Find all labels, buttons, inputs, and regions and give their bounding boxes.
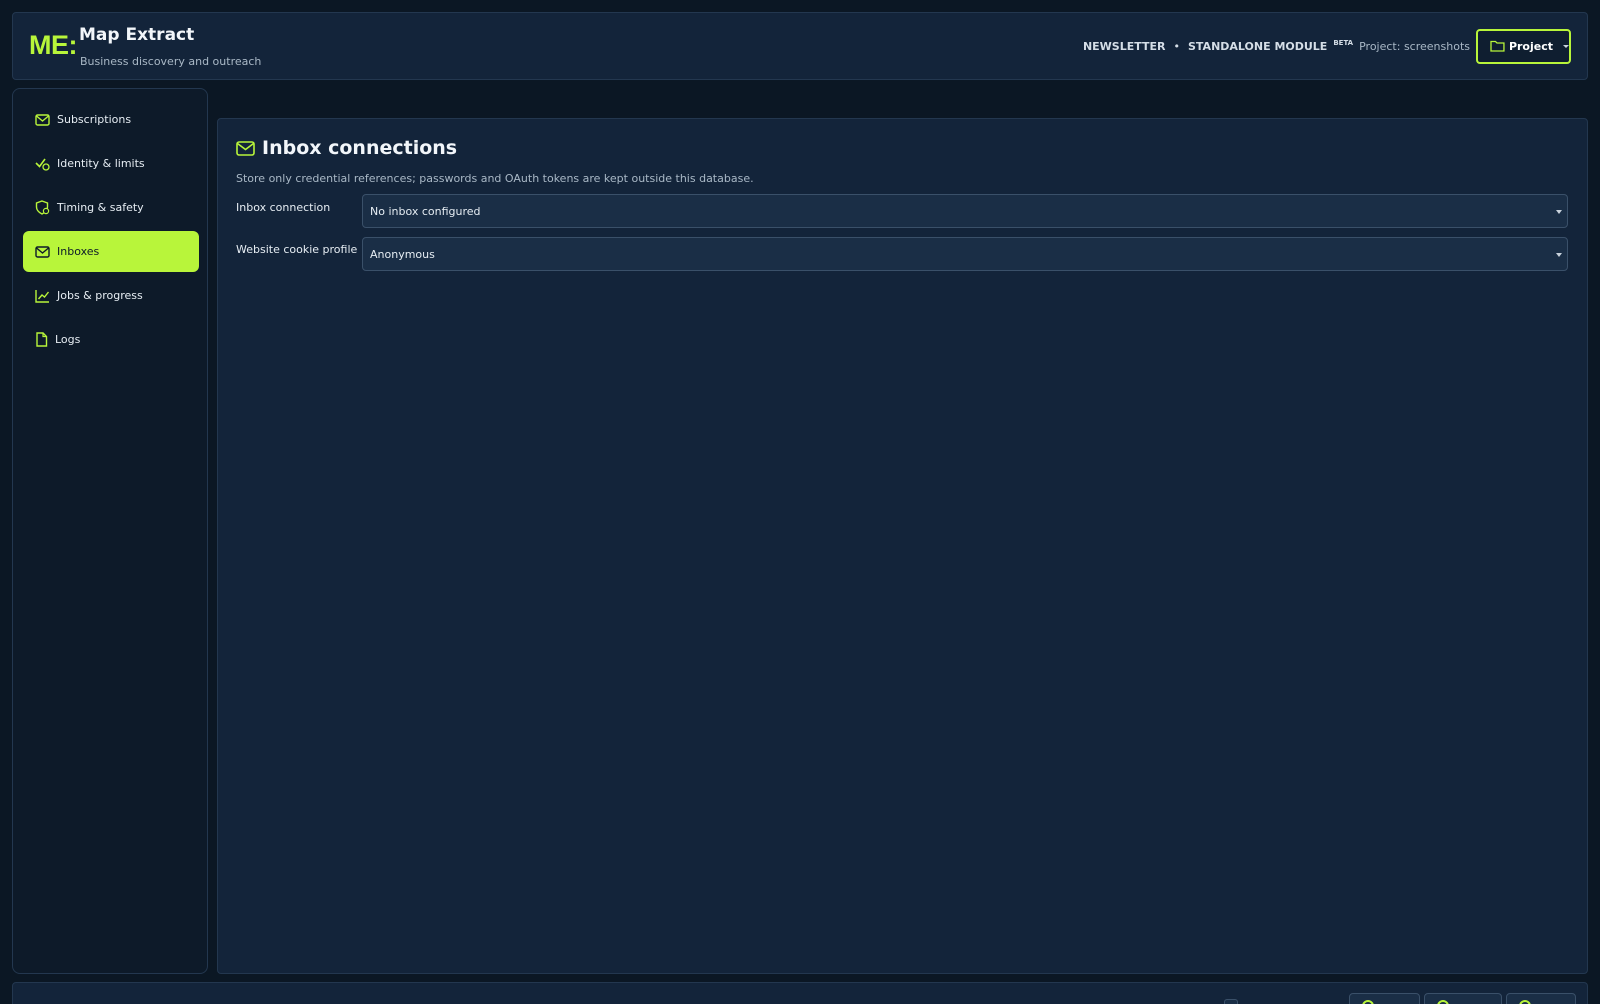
chevron-down-icon [1556, 210, 1562, 214]
chevron-down-icon [1563, 44, 1569, 48]
section-description: Store only credential references; passwo… [236, 172, 754, 185]
header-nav: NEWSLETTER • STANDALONE MODULE BETA Proj… [1083, 28, 1571, 64]
sidebar-item-label: Subscriptions [57, 113, 132, 126]
app-logo: ME: [29, 30, 78, 60]
sidebar-item-timing-safety[interactable]: Timing & safety [23, 187, 199, 228]
circle-icon [1362, 1000, 1374, 1004]
circle-icon [1519, 1000, 1531, 1004]
section-title: Inbox connections [236, 137, 457, 159]
app-header: ME: Map Extract Business discovery and o… [12, 12, 1588, 80]
app-subtitle: Business discovery and outreach [80, 55, 262, 68]
cookie-profile-label: Website cookie profile [236, 243, 358, 256]
project-button[interactable]: Project [1476, 28, 1571, 64]
mail-icon [35, 113, 50, 126]
mail-icon [35, 245, 50, 258]
footer-button-2[interactable] [1424, 993, 1502, 1004]
sidebar-item-identity-limits[interactable]: Identity & limits [23, 143, 199, 184]
mail-icon [236, 140, 255, 156]
footer-button-3[interactable] [1506, 993, 1576, 1004]
check-badge-icon [35, 158, 50, 171]
inbox-connection-value: No inbox configured [370, 204, 481, 218]
file-icon [36, 332, 48, 347]
inbox-connections-panel: Inbox connections Store only credential … [217, 118, 1588, 974]
line-chart-icon [35, 289, 50, 303]
sidebar: Subscriptions Identity & limits Timing &… [12, 88, 208, 974]
inbox-connection-label: Inbox connection [236, 201, 331, 214]
footer-checkbox[interactable] [1224, 999, 1238, 1004]
project-button-label: Project [1508, 39, 1553, 53]
sidebar-item-label: Timing & safety [57, 201, 144, 214]
sidebar-item-label: Identity & limits [57, 157, 145, 170]
header-separator: • [1173, 39, 1180, 53]
sidebar-item-logs[interactable]: Logs [23, 319, 199, 360]
sidebar-item-label: Logs [55, 333, 81, 346]
sidebar-item-label: Jobs & progress [57, 289, 143, 302]
standalone-module-link[interactable]: STANDALONE MODULE [1188, 40, 1327, 53]
newsletter-link[interactable]: NEWSLETTER [1083, 40, 1166, 53]
folder-icon [1490, 40, 1505, 52]
sidebar-item-inboxes[interactable]: Inboxes [23, 231, 199, 272]
app-title: Map Extract [79, 25, 195, 45]
sidebar-item-jobs-progress[interactable]: Jobs & progress [23, 275, 199, 316]
circle-icon [1437, 1000, 1449, 1004]
beta-badge: BETA [1333, 39, 1354, 47]
footer-button-1[interactable] [1349, 993, 1420, 1004]
chevron-down-icon [1556, 253, 1562, 257]
project-status: Project: screenshots [1359, 39, 1470, 53]
page-title: Inbox connections [262, 137, 458, 159]
footer-bar [12, 982, 1588, 1004]
shield-clock-icon [35, 200, 50, 215]
sidebar-item-label: Inboxes [57, 245, 100, 258]
cookie-profile-select[interactable]: Anonymous [362, 237, 1568, 271]
sidebar-item-subscriptions[interactable]: Subscriptions [23, 99, 199, 140]
inbox-connection-select[interactable]: No inbox configured [362, 194, 1568, 228]
cookie-profile-value: Anonymous [370, 247, 435, 261]
